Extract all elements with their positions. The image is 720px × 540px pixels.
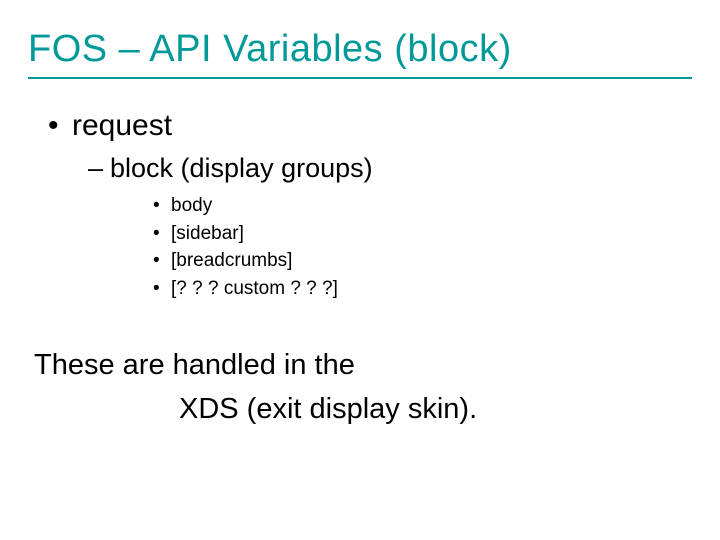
bullet-text: body: [171, 195, 212, 216]
bullet-level-3-group: •body •[sidebar] •[breadcrumbs] •[? ? ? …: [153, 192, 692, 302]
footer-line-1: These are handled in the: [34, 344, 692, 388]
list-item: •[? ? ? custom ? ? ?]: [153, 275, 692, 303]
list-item: •[sidebar]: [153, 220, 692, 248]
bullet-text: request: [72, 109, 172, 142]
bullet-icon: •: [153, 247, 171, 275]
dash-icon: –: [88, 153, 110, 184]
slide: FOS – API Variables (block) •request –bl…: [0, 0, 720, 540]
bullet-icon: •: [48, 109, 72, 143]
bullet-level-1: •request: [48, 109, 692, 143]
list-item: •body: [153, 192, 692, 220]
bullet-text: [sidebar]: [171, 223, 244, 244]
bullet-icon: •: [153, 192, 171, 220]
list-item: •[breadcrumbs]: [153, 247, 692, 275]
footer-line-2: XDS (exit display skin).: [179, 388, 692, 432]
footer-text: These are handled in the XDS (exit displ…: [34, 344, 692, 431]
title-rule: [28, 77, 692, 79]
bullet-text: [breadcrumbs]: [171, 250, 292, 271]
bullet-text: block (display groups): [110, 153, 373, 183]
bullet-text: [? ? ? custom ? ? ?]: [171, 278, 338, 299]
bullet-level-2: –block (display groups): [88, 153, 692, 184]
slide-title: FOS – API Variables (block): [28, 28, 692, 71]
bullet-icon: •: [153, 220, 171, 248]
bullet-icon: •: [153, 275, 171, 303]
